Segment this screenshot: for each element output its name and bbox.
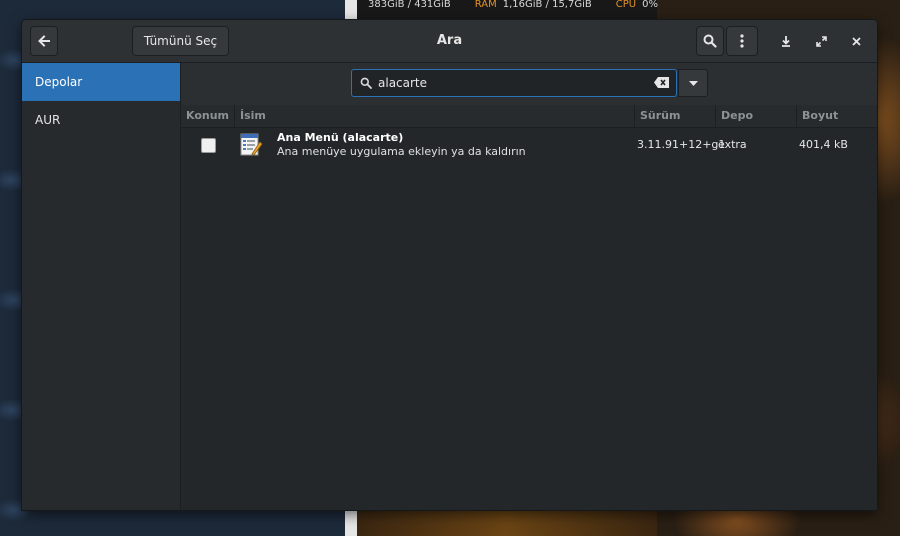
package-repo: extra — [718, 138, 747, 151]
select-all-button[interactable]: Tümünü Seç — [132, 26, 229, 56]
desktop-wallpaper-bottom — [357, 508, 657, 536]
column-header-boyut[interactable]: Boyut — [796, 105, 877, 127]
column-header-surum[interactable]: Sürüm — [634, 105, 715, 127]
search-bar — [181, 63, 877, 105]
column-header-konum[interactable]: Konum — [181, 105, 234, 127]
sidebar-item-depolar[interactable]: Depolar — [22, 63, 180, 101]
header-bar: Tümünü Seç Ara — [22, 20, 877, 63]
install-checkbox[interactable] — [201, 138, 216, 153]
cpu-label: CPU — [615, 0, 637, 10]
ram-label: RAM — [474, 0, 497, 10]
menu-button[interactable] — [726, 26, 758, 56]
ram-value: 1,16GiB / 15,7GiB — [502, 0, 592, 10]
search-dropdown-button[interactable] — [678, 69, 708, 97]
package-name: Ana Menü (alacarte) — [277, 131, 404, 144]
chevron-down-icon — [688, 80, 698, 86]
package-version: 3.11.91+12+g1 — [637, 138, 726, 151]
maximize-icon — [815, 35, 827, 47]
search-icon — [703, 34, 717, 48]
menu-editor-icon — [239, 133, 263, 161]
download-button[interactable] — [771, 26, 801, 56]
cpu-value: 0% — [642, 0, 658, 10]
sidebar-item-aur[interactable]: AUR — [22, 101, 180, 139]
sidebar-item-label: AUR — [35, 113, 61, 127]
disk-usage-value: 383GiB / 431GiB — [368, 0, 451, 10]
package-description: Ana menüye uygulama ekleyin ya da kaldır… — [277, 145, 526, 158]
table-row[interactable]: Ana Menü (alacarte) Ana menüye uygulama … — [181, 128, 877, 164]
column-header-isim[interactable]: İsim — [234, 105, 634, 127]
close-icon — [851, 36, 861, 46]
packages-table: Konum İsim Sürüm Depo Boyut Ana Menü (al… — [181, 105, 877, 510]
package-size: 401,4 kB — [799, 138, 848, 151]
package-manager-window: Tümünü Seç Ara Depolar AUR alacarte Konu… — [22, 20, 877, 510]
sidebar-item-label: Depolar — [35, 75, 83, 89]
download-icon — [781, 35, 791, 47]
maximize-button[interactable] — [806, 26, 836, 56]
search-toggle-button[interactable] — [696, 26, 724, 56]
back-button[interactable] — [30, 26, 58, 56]
column-header-depo[interactable]: Depo — [715, 105, 796, 127]
search-input[interactable] — [378, 76, 638, 90]
close-button[interactable] — [841, 26, 871, 56]
clear-text-icon[interactable] — [654, 77, 669, 88]
search-entry[interactable] — [351, 69, 677, 97]
sidebar: Depolar AUR — [22, 63, 181, 510]
kebab-menu-icon — [740, 34, 744, 48]
system-monitor-bar: 383GiB / 431GiB RAM 1,16GiB / 15,7GiB CP… — [368, 0, 658, 12]
table-header: Konum İsim Sürüm Depo Boyut — [181, 105, 877, 128]
back-arrow-icon — [37, 34, 51, 48]
search-icon — [360, 77, 372, 89]
